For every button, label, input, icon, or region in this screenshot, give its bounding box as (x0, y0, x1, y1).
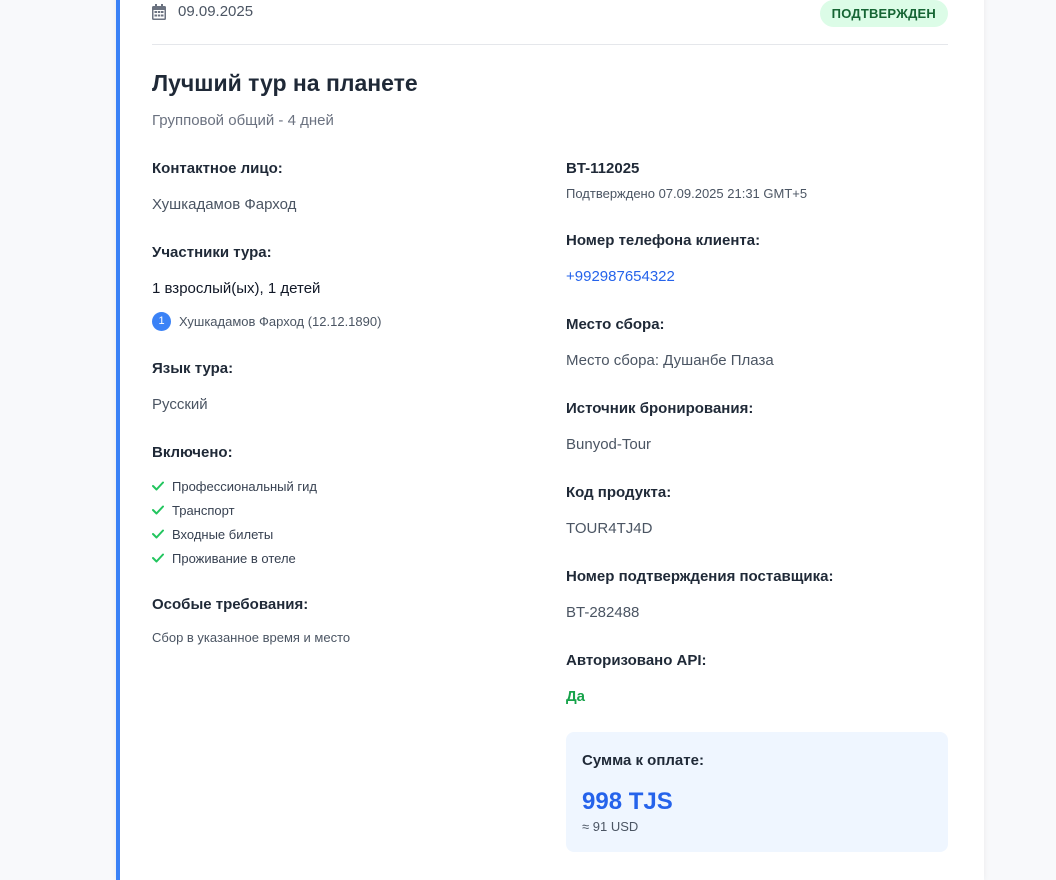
supplier-confirmation-value: BT-282488 (566, 604, 640, 621)
payment-amount: 998 TJS (582, 788, 673, 815)
contact-label: Контактное лицо: (152, 160, 283, 177)
participant-number-badge: 1 (152, 312, 171, 331)
list-item: Проживание в отеле (152, 546, 317, 570)
api-authorized-value: Да (566, 688, 586, 705)
payment-summary: Сумма к оплате: 998 TJS ≈ 91 USD (566, 732, 948, 852)
participant-name: Хушкадамов Фарход (12.12.1890) (179, 314, 382, 329)
payment-label: Сумма к оплате: (582, 752, 704, 769)
included-item-label: Входные билеты (172, 526, 274, 542)
confirmed-timestamp: Подтверждено 07.09.2025 21:31 GMT+5 (566, 186, 808, 201)
api-authorized-label: Авторизовано API: (566, 652, 707, 669)
included-item-label: Профессиональный гид (172, 478, 317, 494)
booking-date: 09.09.2025 (152, 3, 253, 20)
check-icon (152, 505, 164, 515)
language-label: Язык тура: (152, 360, 234, 377)
booking-header: 09.09.2025 ПОДТВЕРЖДЕН (152, 0, 948, 45)
phone-link[interactable]: +992987654322 (566, 268, 675, 285)
list-item: Транспорт (152, 498, 317, 522)
requirements-label: Особые требования: (152, 596, 309, 613)
calendar-icon (152, 3, 166, 20)
payment-usd-equivalent: ≈ 91 USD (582, 819, 639, 834)
date-text: 09.09.2025 (178, 3, 254, 20)
supplier-confirmation-label: Номер подтверждения поставщика: (566, 568, 834, 585)
status-badge: ПОДТВЕРЖДЕН (819, 0, 948, 27)
product-code-value: TOUR4TJ4D (566, 520, 653, 537)
tour-subtitle: Групповой общий - 4 дней (152, 112, 334, 129)
language-value: Русский (152, 396, 208, 413)
list-item: Профессиональный гид (152, 474, 317, 498)
included-list: Профессиональный гид Транспорт Входные б… (152, 474, 317, 570)
participants-label: Участники тура: (152, 244, 272, 261)
requirements-value: Сбор в указанное время и место (152, 630, 351, 645)
booking-code: BT-112025 (566, 160, 640, 177)
booking-source-value: Bunyod-Tour (566, 436, 652, 453)
check-icon (152, 529, 164, 539)
product-code-label: Код продукта: (566, 484, 672, 501)
check-icon (152, 553, 164, 563)
meeting-point-value: Место сбора: Душанбе Плаза (566, 352, 774, 369)
phone-label: Номер телефона клиента: (566, 232, 761, 249)
participant-item: 1 Хушкадамов Фарход (12.12.1890) (152, 312, 381, 331)
booking-source-label: Источник бронирования: (566, 400, 754, 417)
list-item: Входные билеты (152, 522, 317, 546)
contact-value: Хушкадамов Фарход (152, 196, 297, 213)
check-icon (152, 481, 164, 491)
participants-value: 1 взрослый(ых), 1 детей (152, 280, 321, 297)
included-item-label: Проживание в отеле (172, 550, 296, 566)
meeting-point-label: Место сбора: (566, 316, 665, 333)
tour-title: Лучший тур на планете (152, 70, 418, 96)
included-item-label: Транспорт (172, 502, 235, 518)
included-label: Включено: (152, 444, 233, 461)
